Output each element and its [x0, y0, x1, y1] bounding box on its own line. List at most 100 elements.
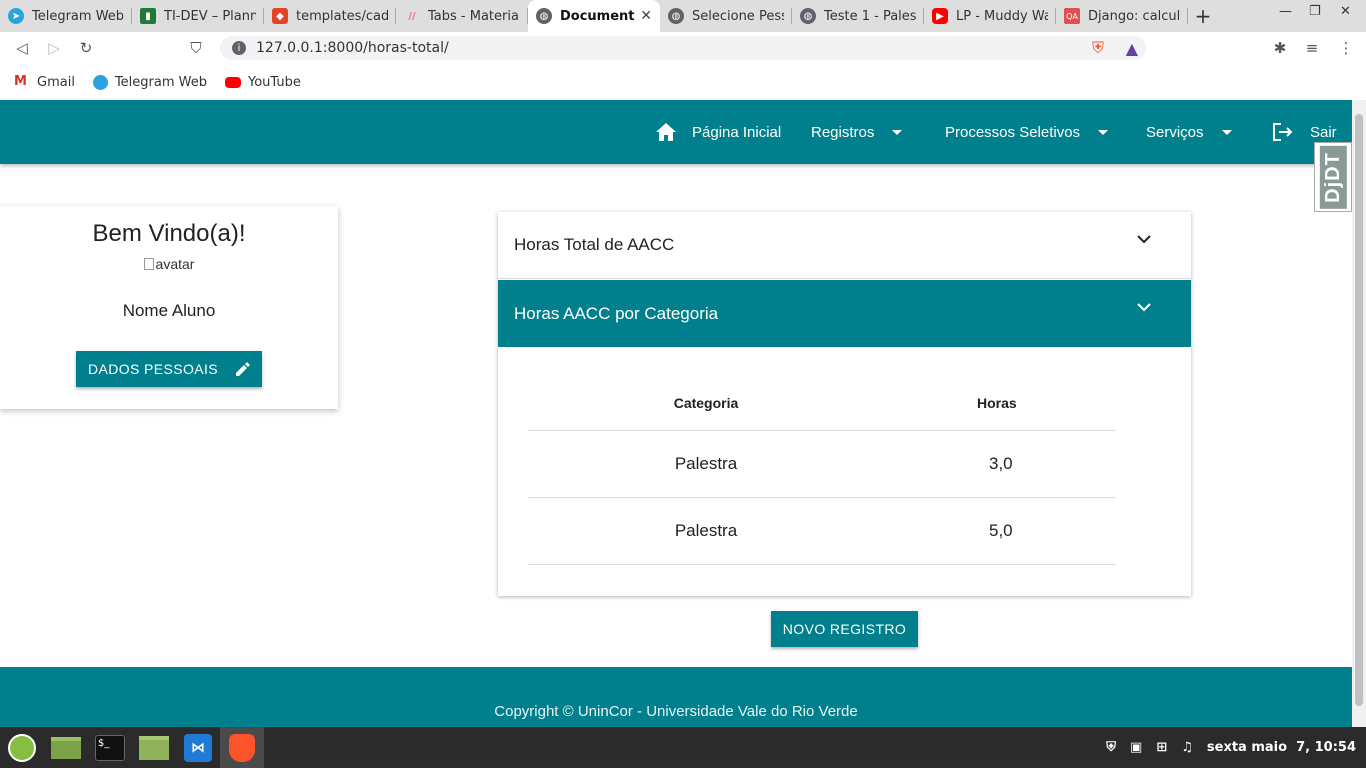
- taskbar-files[interactable]: [132, 727, 176, 768]
- bookmark-telegram[interactable]: Telegram Web: [92, 74, 207, 90]
- tab-label: TI-DEV – Planner: [164, 8, 256, 24]
- sound-icon[interactable]: ♫: [1181, 740, 1193, 755]
- menu-icon[interactable]: ⋮: [1330, 39, 1362, 57]
- taskbar-brave[interactable]: [220, 727, 264, 768]
- bookmark-label: Telegram Web: [114, 74, 207, 90]
- tab-label: Django: calcula: [1088, 8, 1180, 24]
- taskbar-terminal[interactable]: $_: [88, 727, 132, 768]
- close-tab-icon[interactable]: ✕: [640, 8, 652, 24]
- bookmark-icon[interactable]: ⛉: [180, 39, 212, 57]
- cell-horas: 3,0: [884, 430, 1116, 498]
- edit-icon: [236, 362, 251, 376]
- category-hours-table: Categoria Horas Palestra 3,0 Palestra 5,…: [528, 377, 1116, 565]
- taskbar-show-desktop[interactable]: [44, 727, 88, 768]
- personal-data-label: DADOS PESSOAIS: [87, 361, 219, 377]
- site-navbar: Página Inicial Registros Processos Selet…: [0, 100, 1352, 164]
- personal-data-button[interactable]: DADOS PESSOAIS: [76, 351, 262, 387]
- tab-label: LP - Muddy Wat: [956, 8, 1048, 24]
- tab-label: Tabs - Materializ: [428, 8, 520, 24]
- back-icon[interactable]: ◁: [6, 39, 38, 57]
- tab-label: Selecione Pesso: [692, 8, 784, 24]
- tab-document[interactable]: ◍ Document ✕: [528, 0, 660, 32]
- new-record-label: NOVO REGISTRO: [782, 621, 907, 637]
- clock[interactable]: sexta maio 7, 10:54: [1207, 740, 1356, 755]
- telegram-icon: ➤: [8, 8, 24, 24]
- caret-down-icon: [892, 129, 903, 135]
- tab-django[interactable]: QA Django: calcula: [1056, 0, 1188, 32]
- forward-icon[interactable]: ▷: [38, 39, 70, 57]
- caret-down-icon: [1098, 129, 1109, 135]
- gmail-icon: M: [14, 74, 27, 89]
- address-bar[interactable]: i 127.0.0.1:8000/horas-total/ ⛨ ▲: [220, 36, 1146, 60]
- page-scrollbar[interactable]: [1352, 100, 1366, 727]
- bookmarks-bar: M Gmail Telegram Web YouTube: [0, 64, 1366, 100]
- youtube-icon: ▶: [932, 8, 948, 24]
- nav-home[interactable]: Página Inicial: [656, 100, 781, 164]
- collapsible-header-total-label: Horas Total de AACC: [514, 235, 675, 254]
- reload-icon[interactable]: ↻: [70, 39, 102, 57]
- tab-telegram[interactable]: ➤ Telegram Web: [0, 0, 132, 32]
- close-window-icon[interactable]: ✕: [1340, 4, 1351, 19]
- bookmark-label: Gmail: [37, 74, 75, 90]
- tab-label: Telegram Web: [32, 8, 124, 24]
- cell-horas: 5,0: [884, 497, 1116, 565]
- desktop-icon: [51, 736, 81, 759]
- nav-logout-label: Sair: [1310, 123, 1337, 141]
- clipboard-icon[interactable]: ▣: [1130, 740, 1142, 755]
- aacc-collapsible: Horas Total de AACC Horas AACC por Categ…: [498, 212, 1191, 596]
- collapsible-header-category[interactable]: Horas AACC por Categoria: [498, 280, 1191, 347]
- collapsible-header-total[interactable]: Horas Total de AACC: [498, 212, 1191, 279]
- cell-categoria: Palestra: [528, 430, 884, 498]
- tab-gitlab[interactable]: ◆ templates/cada: [264, 0, 396, 32]
- chevron-down-icon: [1137, 303, 1151, 312]
- chevron-down-icon: [1137, 235, 1151, 244]
- terminal-icon: $_: [95, 734, 125, 761]
- site-info-icon[interactable]: i: [232, 41, 246, 55]
- home-icon: [656, 123, 676, 141]
- linux-mint-icon: [8, 733, 36, 762]
- scrollbar-thumb[interactable]: [1355, 114, 1363, 706]
- tab-label: Teste 1 - Palestr: [824, 8, 916, 24]
- telegram-icon: [92, 74, 108, 90]
- tab-planner[interactable]: ▮ TI-DEV – Planner: [132, 0, 264, 32]
- os-taskbar: $_ ⋈ ⛨ ▣ ⊞ ♫ sexta maio 7, 10:54: [0, 727, 1366, 768]
- tab-label: templates/cada: [296, 8, 388, 24]
- brave-icon: [229, 733, 255, 762]
- media-icon[interactable]: ≡: [1296, 39, 1328, 57]
- youtube-icon: [224, 76, 241, 88]
- tab-youtube[interactable]: ▶ LP - Muddy Wat: [924, 0, 1056, 32]
- minimize-icon[interactable]: —: [1279, 4, 1292, 19]
- nav-processos-label: Processos Seletivos: [945, 123, 1081, 141]
- nav-processos-dropdown[interactable]: Processos Seletivos: [945, 100, 1109, 164]
- vscode-icon: ⋈: [184, 733, 212, 762]
- tab-materialize[interactable]: // Tabs - Materializ: [396, 0, 528, 32]
- tab-selecione[interactable]: ◍ Selecione Pesso: [660, 0, 792, 32]
- browser-toolbar: ◁ ▷ ↻ ⛉ i 127.0.0.1:8000/horas-total/ ⛨ …: [0, 32, 1366, 64]
- tab-teste[interactable]: ◍ Teste 1 - Palestr: [792, 0, 924, 32]
- broken-image-icon: [143, 258, 154, 270]
- maximize-icon[interactable]: ❐: [1309, 4, 1321, 19]
- collapsible-header-category-label: Horas AACC por Categoria: [514, 303, 719, 323]
- network-icon[interactable]: ⊞: [1156, 740, 1167, 755]
- new-record-button[interactable]: NOVO REGISTRO: [771, 611, 918, 647]
- nav-servicos-label: Serviços: [1146, 123, 1204, 141]
- new-tab-button[interactable]: +: [1188, 0, 1218, 32]
- folder-icon: [139, 735, 169, 760]
- page-footer: Copyright © UninCor - Universidade Vale …: [0, 667, 1352, 727]
- extensions-icon[interactable]: ✱: [1264, 39, 1296, 57]
- tab-label: Document: [560, 8, 635, 24]
- brave-shield-icon[interactable]: ⛨: [1092, 38, 1104, 58]
- cell-categoria: Palestra: [528, 497, 884, 565]
- gitlab-icon: ◆: [272, 8, 288, 24]
- django-debug-toolbar-handle[interactable]: DjDT: [1314, 142, 1352, 212]
- welcome-title: Bem Vindo(a)!: [92, 220, 246, 247]
- nav-servicos-dropdown[interactable]: Serviços: [1146, 100, 1232, 164]
- taskbar-vscode[interactable]: ⋈: [176, 727, 220, 768]
- brave-rewards-icon[interactable]: ▲: [1126, 39, 1138, 58]
- bookmark-gmail[interactable]: M Gmail: [14, 75, 75, 90]
- nav-registros-dropdown[interactable]: Registros: [811, 100, 903, 164]
- mint-menu-button[interactable]: [0, 727, 44, 768]
- shield-icon[interactable]: ⛨: [1106, 740, 1116, 755]
- table-header-row: Categoria Horas: [528, 377, 1116, 431]
- bookmark-youtube[interactable]: YouTube: [224, 75, 301, 90]
